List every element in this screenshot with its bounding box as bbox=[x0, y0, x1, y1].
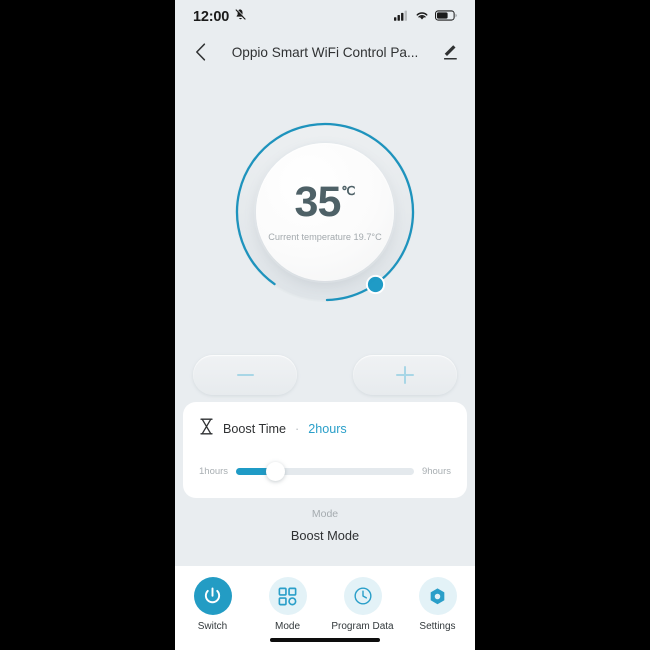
boost-time-card: Boost Time · 2hours 1hours 9hours bbox=[183, 402, 467, 498]
dial-inner-face: 35 ℃ Current temperature 19.7°C bbox=[256, 143, 394, 281]
status-bar-left: 12:00 bbox=[193, 8, 247, 26]
status-bar: 12:00 bbox=[175, 0, 475, 34]
boost-time-slider-row: 1hours 9hours bbox=[199, 462, 451, 481]
temperature-dial[interactable]: 35 ℃ Current temperature 19.7°C bbox=[225, 112, 425, 322]
nav-label-program-data: Program Data bbox=[331, 621, 394, 632]
power-icon bbox=[204, 586, 221, 603]
edit-button[interactable] bbox=[439, 39, 461, 65]
settings-icon-circle bbox=[418, 577, 457, 615]
nav-label-settings: Settings bbox=[419, 621, 456, 632]
home-indicator bbox=[270, 638, 380, 642]
grid-squares-icon bbox=[278, 587, 297, 605]
temperature-stepper bbox=[193, 355, 457, 395]
target-temperature: 35 ℃ bbox=[294, 178, 356, 227]
nav-item-switch[interactable]: Switch bbox=[180, 577, 246, 632]
slider-max-label: 9hours bbox=[421, 466, 451, 477]
target-temperature-value: 35 bbox=[294, 178, 342, 227]
battery-icon bbox=[435, 8, 457, 26]
boost-time-label: Boost Time bbox=[223, 422, 286, 436]
bell-muted-icon bbox=[234, 8, 247, 26]
temperature-decrease-button[interactable] bbox=[193, 355, 297, 395]
clock-icon bbox=[353, 587, 372, 605]
boost-time-value[interactable]: 2hours bbox=[308, 422, 347, 436]
minus-icon bbox=[236, 373, 254, 377]
status-bar-right bbox=[394, 8, 457, 26]
nav-item-program-data[interactable]: Program Data bbox=[330, 577, 396, 632]
status-time: 12:00 bbox=[193, 9, 230, 25]
hexagon-gear-icon bbox=[430, 587, 445, 604]
slider-handle[interactable] bbox=[265, 462, 285, 481]
bottom-navigation: Switch Mode Program Data Settings bbox=[175, 566, 475, 650]
mode-caption: Mode bbox=[311, 508, 339, 520]
boost-time-separator: · bbox=[295, 422, 300, 436]
nav-item-settings[interactable]: Settings bbox=[405, 577, 471, 632]
hourglass-icon bbox=[199, 418, 214, 440]
current-temperature-label: Current temperature 19.7°C bbox=[268, 231, 382, 242]
phone-screen: 12:00 Oppio Smart WiFi Control Pa... 35 … bbox=[175, 0, 475, 650]
boost-time-header: Boost Time · 2hours bbox=[199, 418, 451, 440]
page-title: Oppio Smart WiFi Control Pa... bbox=[231, 44, 419, 60]
program-data-icon-circle bbox=[343, 577, 382, 615]
wifi-icon bbox=[415, 8, 429, 26]
mode-value: Boost Mode bbox=[290, 528, 360, 543]
temperature-unit: ℃ bbox=[341, 184, 356, 199]
mode-section: Mode Boost Mode bbox=[175, 508, 475, 543]
nav-label-mode: Mode bbox=[274, 621, 300, 632]
cellular-signal-icon bbox=[394, 8, 409, 26]
nav-item-mode[interactable]: Mode bbox=[255, 577, 321, 632]
app-header: Oppio Smart WiFi Control Pa... bbox=[175, 34, 475, 70]
chevron-left-icon bbox=[195, 43, 205, 61]
pencil-edit-icon bbox=[443, 44, 457, 60]
slider-min-label: 1hours bbox=[199, 466, 229, 477]
nav-label-switch: Switch bbox=[197, 621, 228, 632]
plus-icon bbox=[396, 366, 414, 384]
boost-time-slider[interactable] bbox=[236, 462, 414, 481]
temperature-increase-button[interactable] bbox=[353, 355, 457, 395]
back-button[interactable] bbox=[189, 39, 211, 65]
switch-icon-circle bbox=[193, 577, 232, 615]
mode-icon-circle bbox=[268, 577, 307, 615]
